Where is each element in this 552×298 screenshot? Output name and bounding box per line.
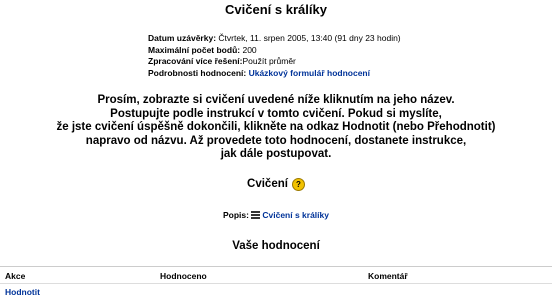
- instruction-line: jak dále postupovat.: [220, 148, 332, 160]
- max-points-row: Maximální počet bodů: 200: [148, 45, 401, 57]
- table-row: Hodnotit: [0, 283, 552, 298]
- exercise-section-heading: Cvičení?: [0, 178, 552, 191]
- multiple-submissions-label: Zpracování více řešení:: [148, 56, 243, 66]
- page-title: Cvičení s králíky: [225, 2, 327, 17]
- multiple-submissions-value: Použít průměr: [242, 56, 296, 66]
- description-label: Popis:: [223, 210, 249, 220]
- due-date-row: Datum uzávěrky: Čtvrtek, 11. srpen 2005,…: [148, 33, 401, 45]
- table-header: Akce Hodnoceno Komentář: [0, 266, 552, 283]
- due-date-value: Čtvrtek, 11. srpen 2005, 13:40 (91 dny 2…: [218, 33, 401, 43]
- exercise-heading-text: Cvičení: [247, 178, 288, 190]
- instruction-line: Prosím, zobrazte si cvičení uvedené níže…: [97, 94, 455, 106]
- instruction-line: napravo od názvu. Až provedete toto hodn…: [85, 134, 467, 147]
- instructions: Prosím, zobrazte si cvičení uvedené níže…: [0, 94, 552, 162]
- assessments-heading: Vaše hodnocení: [232, 240, 320, 252]
- max-points-value: 200: [242, 44, 257, 55]
- exercise-description: Popis: Cvičení s králíky: [0, 210, 552, 220]
- help-icon[interactable]: ?: [291, 178, 305, 191]
- exercise-link[interactable]: Cvičení s králíky: [262, 210, 329, 220]
- sample-assessment-form-link[interactable]: Ukázkový formulář hodnocení: [249, 68, 370, 78]
- instruction-line: že jste cvičení úspěšně dokončili, klikn…: [56, 121, 496, 133]
- grading-details-label: Podrobnosti hodnocení:: [148, 67, 247, 78]
- assessments-table: Akce Hodnoceno Komentář Hodnotit: [0, 266, 552, 298]
- assignment-details: Datum uzávěrky: Čtvrtek, 11. srpen 2005,…: [148, 33, 401, 79]
- column-header-assessed: Hodnoceno: [160, 271, 207, 281]
- max-points-label: Maximální počet bodů:: [148, 44, 241, 55]
- list-icon: [251, 211, 261, 219]
- multiple-submissions-row: Zpracování více řešení:Použít průměr: [148, 56, 401, 68]
- column-header-action: Akce: [5, 271, 26, 281]
- grading-details-row: Podrobnosti hodnocení: Ukázkový formulář…: [148, 68, 401, 80]
- assess-link[interactable]: Hodnotit: [5, 287, 40, 297]
- due-date-label: Datum uzávěrky:: [148, 33, 217, 43]
- column-header-comment: Komentář: [368, 271, 408, 281]
- instruction-line: Postupujte podle instrukcí v tomto cviče…: [110, 107, 442, 120]
